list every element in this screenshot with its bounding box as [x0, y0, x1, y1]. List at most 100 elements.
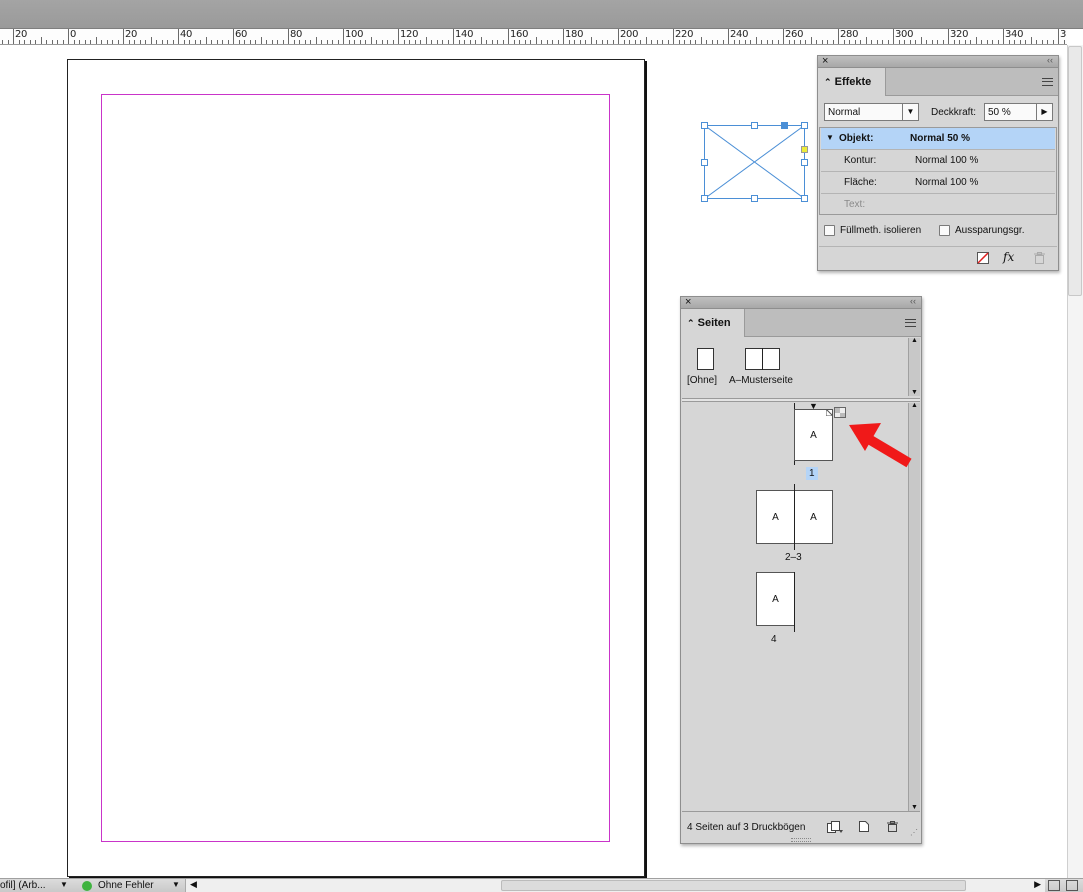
scroll-down-icon[interactable]: ▼ — [911, 804, 918, 811]
ruler-tick — [145, 40, 146, 44]
fx-icon[interactable]: fx — [1003, 250, 1014, 264]
collapse-icon[interactable]: ‹‹ — [910, 296, 916, 306]
frame-handle-bottom-left[interactable] — [701, 195, 708, 202]
horizontal-scrollbar[interactable]: ◀ ▶ — [185, 879, 1045, 892]
ruler-tick — [838, 29, 839, 44]
ruler-tick — [41, 37, 42, 44]
ruler-tick — [118, 40, 119, 44]
split-view-icon[interactable] — [1048, 880, 1060, 891]
page-2-thumbnail[interactable]: A — [756, 490, 795, 544]
chevron-down-icon[interactable]: ▼ — [172, 880, 180, 889]
effects-row-fill[interactable]: Fläche: Normal 100 % — [821, 172, 1055, 194]
preflight-status[interactable]: Ohne Fehler — [98, 880, 154, 891]
spread-2-spine — [794, 484, 795, 550]
ruler-tick — [904, 40, 905, 44]
panel-menu-icon[interactable] — [1042, 78, 1053, 86]
selected-graphic-frame[interactable] — [701, 122, 808, 202]
disclosure-triangle-icon[interactable]: ▼ — [826, 133, 834, 142]
ruler-tick — [1036, 40, 1037, 44]
frame-handle-right[interactable] — [801, 159, 808, 166]
ruler-label: 0 — [70, 29, 77, 40]
ruler-tick — [1014, 40, 1015, 44]
close-icon[interactable]: × — [685, 296, 691, 308]
ruler-tick — [827, 40, 828, 44]
knockout-group-checkbox[interactable] — [939, 225, 950, 236]
frame-handle-bottom[interactable] — [751, 195, 758, 202]
new-page-icon[interactable] — [859, 821, 869, 832]
effects-panel: × ‹‹ ⌃ Effekte Normal ▼ Deckkraft: 50 % … — [817, 55, 1059, 271]
edit-page-size-icon[interactable] — [827, 821, 843, 833]
ruler-tick — [514, 40, 515, 44]
master-none-thumbnail[interactable] — [697, 348, 714, 370]
scroll-up-icon[interactable]: ▲ — [911, 402, 918, 409]
ruler-tick — [519, 40, 520, 44]
ruler-tick — [35, 40, 36, 44]
close-icon[interactable]: × — [822, 55, 828, 67]
pages-tab-row: ⌃ Seiten — [681, 309, 921, 337]
spread-2-label[interactable]: 2–3 — [785, 552, 802, 563]
masters-scrollbar[interactable]: ▲ ▼ — [908, 337, 920, 396]
ruler-tick — [926, 40, 927, 44]
ruler-tick — [508, 29, 509, 44]
panel-menu-icon[interactable] — [905, 319, 916, 327]
vertical-scroll-thumb[interactable] — [1068, 46, 1082, 296]
trash-icon[interactable] — [887, 821, 898, 832]
tab-pages[interactable]: ⌃ Seiten — [681, 309, 745, 337]
section-divider[interactable] — [682, 398, 920, 402]
ruler-tick — [497, 40, 498, 44]
page-3-thumbnail[interactable]: A — [794, 490, 833, 544]
ruler-tick — [706, 40, 707, 44]
spread-3-label[interactable]: 4 — [771, 634, 777, 645]
page-4-thumbnail[interactable]: A — [756, 572, 795, 626]
transparency-icon — [834, 407, 846, 418]
ruler-tick — [789, 40, 790, 44]
scroll-left-icon[interactable]: ◀ — [190, 879, 197, 890]
ruler-tick — [745, 40, 746, 44]
ruler-tick — [701, 37, 702, 44]
ruler-tick — [277, 40, 278, 44]
ruler-tick — [96, 37, 97, 44]
ruler-tick — [464, 40, 465, 44]
frame-handle-top-right[interactable] — [801, 122, 808, 129]
frame-corner-options-handle[interactable] — [801, 146, 808, 153]
ruler-tick — [1058, 29, 1059, 44]
ruler-label: 20 — [15, 29, 28, 40]
ruler-tick — [365, 40, 366, 44]
ruler-tick — [943, 40, 944, 44]
page-1-thumbnail[interactable]: A — [794, 409, 833, 461]
opacity-field[interactable]: 50 % ▶ — [984, 103, 1053, 121]
blend-mode-select[interactable]: Normal ▼ — [824, 103, 919, 121]
frame-handle-top-left[interactable] — [701, 122, 708, 129]
ruler-tick — [624, 40, 625, 44]
ruler-tick — [404, 40, 405, 44]
resize-grip-icon[interactable]: ⋰ — [910, 828, 918, 837]
split-view-icon[interactable] — [1066, 880, 1078, 891]
ruler-tick — [585, 40, 586, 44]
ruler-tick — [948, 29, 949, 44]
chevron-down-icon[interactable]: ▼ — [60, 880, 68, 889]
effects-row-object[interactable]: ▼ Objekt: Normal 50 % — [821, 128, 1055, 150]
frame-handle-bottom-right[interactable] — [801, 195, 808, 202]
horizontal-ruler[interactable]: 20 0 20 40 60 80 100 120 140 160 180 200 220 240 260 28… — [0, 29, 1067, 45]
horizontal-scroll-thumb[interactable] — [501, 880, 966, 891]
tab-effects[interactable]: ⌃ Effekte — [818, 68, 886, 96]
play-arrow-icon[interactable]: ▶ — [1036, 104, 1052, 120]
spread-1-label[interactable]: 1 — [806, 467, 818, 480]
scroll-down-icon[interactable]: ▼ — [911, 389, 918, 396]
ruler-tick — [409, 40, 410, 44]
isolate-blending-checkbox[interactable] — [824, 225, 835, 236]
ruler-tick — [437, 40, 438, 44]
frame-handle-left[interactable] — [701, 159, 708, 166]
effects-tab-row: ⌃ Effekte — [818, 68, 1058, 96]
frame-handle-top[interactable] — [751, 122, 758, 129]
clear-effects-icon[interactable] — [977, 252, 989, 264]
scroll-right-icon[interactable]: ▶ — [1034, 879, 1041, 890]
effects-row-stroke[interactable]: Kontur: Normal 100 % — [821, 150, 1055, 172]
panel-resize-handle[interactable] — [791, 838, 811, 842]
ruler-tick — [338, 40, 339, 44]
collapse-icon[interactable]: ‹‹ — [1047, 55, 1053, 65]
ruler-tick — [866, 37, 867, 44]
scroll-up-icon[interactable]: ▲ — [911, 337, 918, 344]
frame-content-grabber[interactable] — [781, 122, 788, 129]
opacity-value: 50 % — [988, 107, 1011, 118]
